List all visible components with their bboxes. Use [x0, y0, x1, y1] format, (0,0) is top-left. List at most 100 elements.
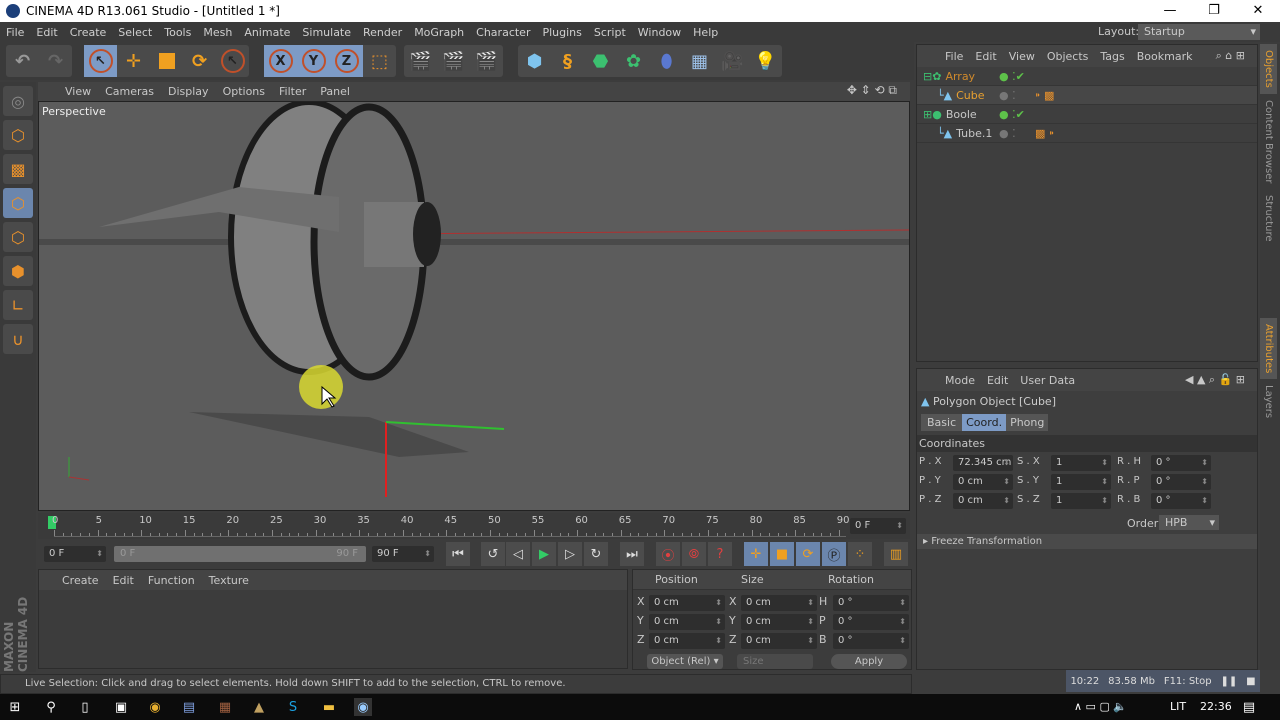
- key-parameter-icon[interactable]: Ⓟ: [822, 542, 846, 566]
- menu-create[interactable]: Create: [64, 26, 113, 39]
- last-tool-icon[interactable]: ↖: [216, 45, 249, 77]
- polygons-mode-icon[interactable]: ⬢: [3, 256, 33, 286]
- viewport-menu-cameras[interactable]: Cameras: [98, 85, 161, 98]
- order-dropdown[interactable]: HPB ▾: [1159, 515, 1219, 530]
- app-icon[interactable]: ▤: [180, 698, 198, 716]
- timeline-window-icon[interactable]: ▥: [884, 542, 908, 566]
- app-icon-3[interactable]: ▲: [250, 698, 268, 716]
- keyframe-selection-icon[interactable]: ?: [708, 542, 732, 566]
- obj-menu-file[interactable]: File: [939, 50, 969, 63]
- attr-nav-icons[interactable]: ◀ ▲ ⌕ 🔓 ⊞: [1179, 373, 1251, 387]
- viewport-nav-icons[interactable]: ✥ ⇕ ⟲ ⧉: [840, 83, 904, 98]
- menu-script[interactable]: Script: [588, 26, 632, 39]
- menu-tools[interactable]: Tools: [158, 26, 197, 39]
- menu-help[interactable]: Help: [687, 26, 724, 39]
- render-settings-icon[interactable]: 🎬: [470, 45, 503, 77]
- previous-key-icon[interactable]: ↺: [481, 542, 505, 566]
- camera-icon[interactable]: 🎥: [716, 45, 749, 77]
- visibility-dots-icon[interactable]: ● ⁚: [999, 89, 1016, 102]
- object-row-array[interactable]: ⊟✿ Array ● ⁚✔: [917, 67, 1257, 86]
- search-icon[interactable]: ⚲: [42, 698, 60, 716]
- material-menu-function[interactable]: Function: [141, 574, 202, 587]
- material-menu-texture[interactable]: Texture: [202, 574, 256, 587]
- attr-field-value[interactable]: 1: [1051, 455, 1111, 471]
- obj-menu-tags[interactable]: Tags: [1094, 50, 1130, 63]
- frame-range-slider[interactable]: 0 F 90 F: [114, 546, 366, 562]
- attr-menu-edit[interactable]: Edit: [981, 374, 1014, 387]
- scale-icon[interactable]: [150, 45, 183, 77]
- menu-animate[interactable]: Animate: [238, 26, 296, 39]
- render-view-icon[interactable]: 🎬: [404, 45, 437, 77]
- viewport-menu-options[interactable]: Options: [216, 85, 272, 98]
- move-icon[interactable]: ✛: [117, 45, 150, 77]
- store-icon[interactable]: ▣: [112, 698, 130, 716]
- app-icon-2[interactable]: ▦: [216, 698, 234, 716]
- key-scale-icon[interactable]: ■: [770, 542, 794, 566]
- size-mode-dropdown[interactable]: Size: [737, 654, 813, 669]
- record-icon[interactable]: ⦿: [656, 542, 680, 566]
- menu-simulate[interactable]: Simulate: [296, 26, 357, 39]
- side-tab-attributes[interactable]: Attributes: [1260, 317, 1277, 380]
- attr-field-value[interactable]: 72.345 cm: [953, 455, 1013, 471]
- tab-basic[interactable]: Basic: [921, 414, 963, 431]
- attr-field-value[interactable]: 0 cm: [953, 493, 1013, 509]
- next-key-icon[interactable]: ↻: [584, 542, 608, 566]
- size-field[interactable]: 0 cm: [741, 595, 817, 611]
- visibility-dots-icon[interactable]: ● ⁚: [999, 127, 1016, 140]
- position-field[interactable]: 0 cm: [649, 595, 725, 611]
- deformer-icon[interactable]: ⬮: [650, 45, 683, 77]
- material-menu-edit[interactable]: Edit: [106, 574, 141, 587]
- goto-end-icon[interactable]: ⏭: [620, 542, 644, 566]
- attr-field-value[interactable]: 0 °: [1151, 474, 1211, 490]
- layout-dropdown[interactable]: Startup ▾: [1138, 24, 1260, 40]
- material-manager[interactable]: Create Edit Function Texture: [38, 569, 628, 669]
- object-row-cube[interactable]: └▲ Cube ● ⁚ ⁍ ▩: [917, 86, 1257, 105]
- tab-phong[interactable]: Phong: [1006, 414, 1049, 431]
- tray-icons[interactable]: ∧ ▭ ▢ 🔈: [1074, 700, 1127, 713]
- position-field[interactable]: 0 cm: [649, 614, 725, 630]
- minimize-button[interactable]: —: [1148, 0, 1192, 22]
- menu-edit[interactable]: Edit: [30, 26, 63, 39]
- cinema4d-taskbar-icon[interactable]: ◉: [354, 698, 372, 716]
- play-icon[interactable]: ▶: [532, 542, 556, 566]
- render-picture-viewer-icon[interactable]: 🎬: [437, 45, 470, 77]
- live-selection-icon[interactable]: ↖: [84, 45, 117, 77]
- size-field[interactable]: 0 cm: [741, 633, 817, 649]
- stop-icon[interactable]: ■: [1246, 676, 1255, 687]
- windows-start-icon[interactable]: ⊞: [6, 698, 24, 716]
- close-button[interactable]: ✕: [1236, 0, 1280, 22]
- timeline-ruler[interactable]: 0 5 10 15 20 25 30 35 40 45 50 55 60 65 70 75 80 85 90 0 F: [38, 513, 910, 539]
- visibility-check-icon[interactable]: ● ⁚✔: [999, 70, 1025, 83]
- attr-field-value[interactable]: 1: [1051, 474, 1111, 490]
- autokey-icon[interactable]: ⦾: [682, 542, 706, 566]
- obj-menu-view[interactable]: View: [1003, 50, 1041, 63]
- menu-mograph[interactable]: MoGraph: [408, 26, 470, 39]
- menu-mesh[interactable]: Mesh: [197, 26, 238, 39]
- rotation-field[interactable]: 0 °: [833, 633, 909, 649]
- coordinate-mode-dropdown[interactable]: Object (Rel) ▾: [647, 654, 723, 669]
- object-row-tube[interactable]: └▲ Tube.1 ● ⁚ ▩ ⁍: [917, 124, 1257, 143]
- notifications-icon[interactable]: ▤: [1240, 698, 1258, 716]
- obj-menu-bookmark[interactable]: Bookmark: [1131, 50, 1199, 63]
- side-tab-content-browser[interactable]: Content Browser: [1260, 94, 1277, 189]
- restore-button[interactable]: ❐: [1192, 0, 1236, 22]
- menu-file[interactable]: File: [0, 26, 30, 39]
- rotate-icon[interactable]: ⟳: [183, 45, 216, 77]
- language-indicator[interactable]: LIT: [1170, 700, 1186, 713]
- floor-icon[interactable]: ▦: [683, 45, 716, 77]
- tab-coord[interactable]: Coord.: [962, 414, 1007, 431]
- array-icon[interactable]: ✿: [617, 45, 650, 77]
- z-axis-icon[interactable]: Z: [330, 45, 363, 77]
- key-pla-icon[interactable]: ⁘: [848, 542, 872, 566]
- object-row-boole[interactable]: ⊞● Boole ● ⁚✔: [917, 105, 1257, 124]
- viewport-menu-filter[interactable]: Filter: [272, 85, 313, 98]
- model-mode-icon[interactable]: ⬡: [3, 120, 33, 150]
- visibility-check-icon[interactable]: ● ⁚✔: [999, 108, 1025, 121]
- side-tab-structure[interactable]: Structure: [1260, 189, 1277, 248]
- viewport-menu-panel[interactable]: Panel: [313, 85, 357, 98]
- texture-tags-icon[interactable]: ⁍ ▩: [1035, 89, 1054, 102]
- cube-icon[interactable]: ⬢: [518, 45, 551, 77]
- texture-mode-icon[interactable]: ▩: [3, 154, 33, 184]
- viewport-menu-display[interactable]: Display: [161, 85, 216, 98]
- attr-field-value[interactable]: 0 °: [1151, 455, 1211, 471]
